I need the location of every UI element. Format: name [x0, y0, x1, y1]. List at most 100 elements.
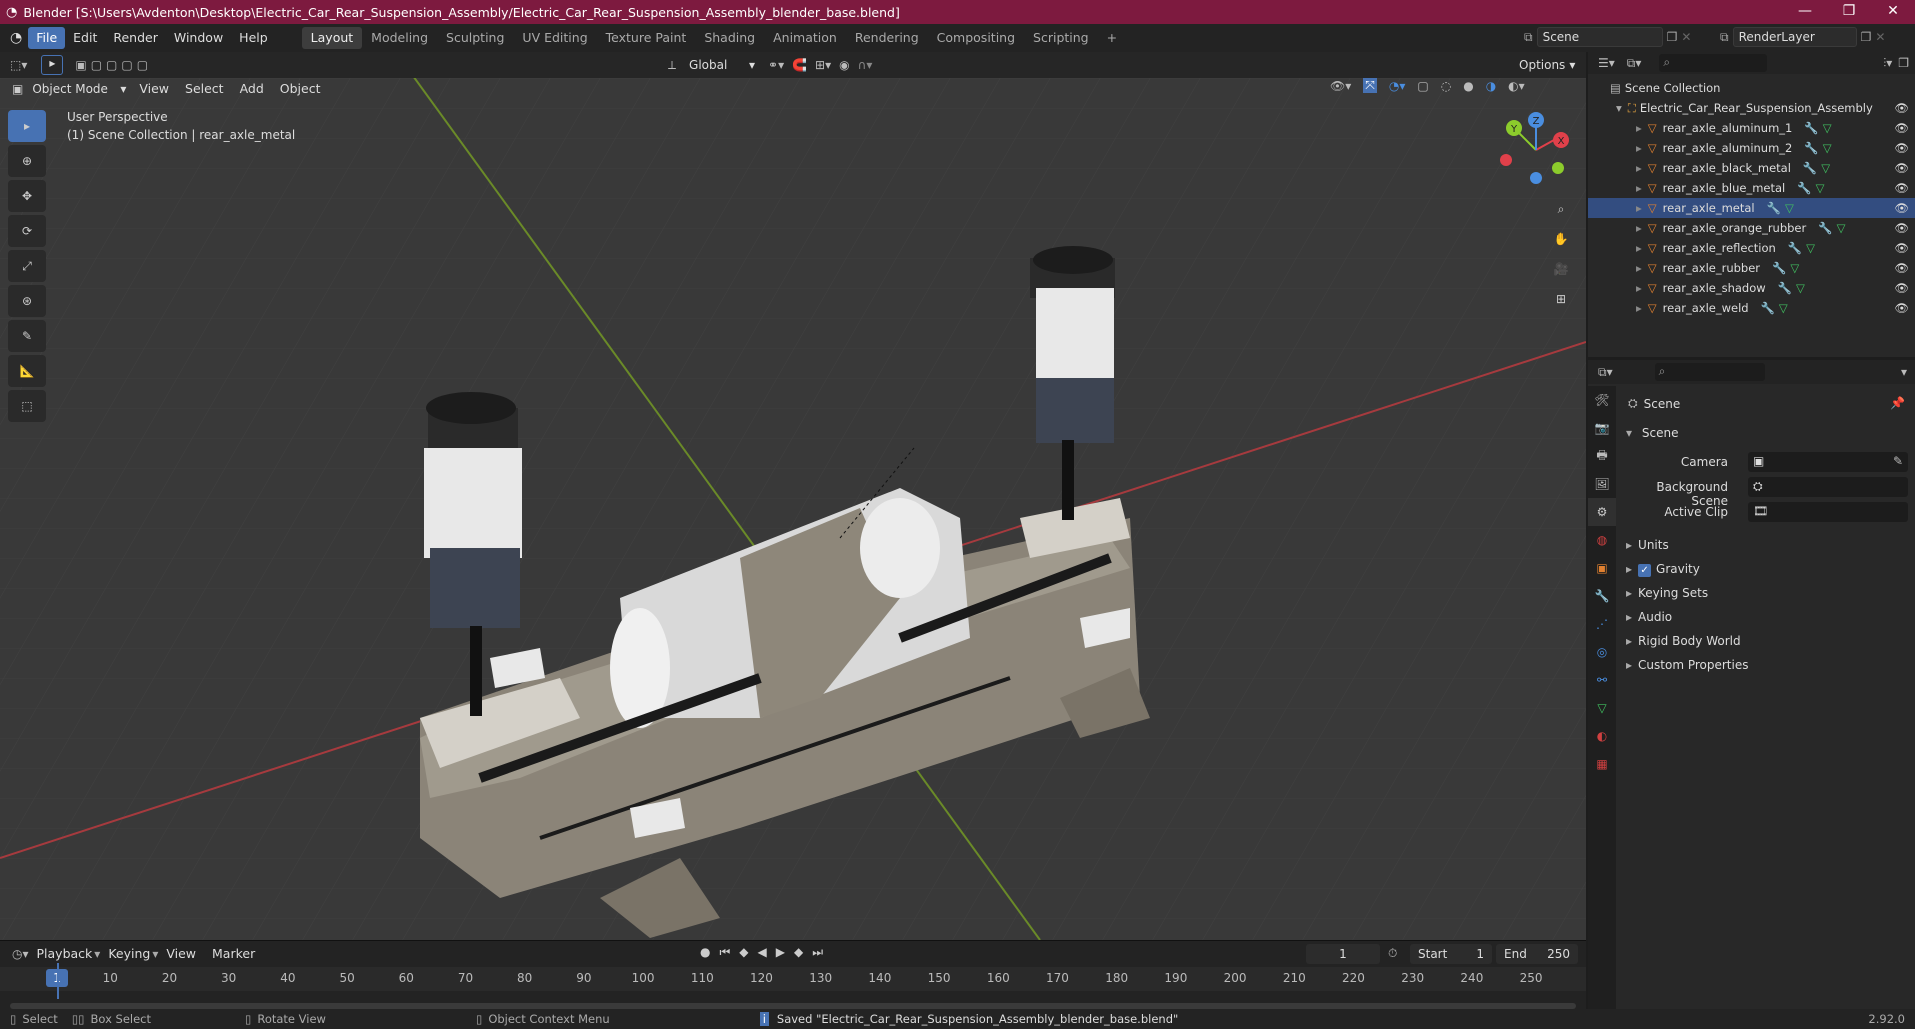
eye-icon[interactable]: 👁: [1894, 241, 1909, 255]
material-tab-icon[interactable]: ◐: [1588, 722, 1616, 750]
neg-x-handle[interactable]: [1500, 154, 1512, 166]
eye-icon[interactable]: 👁: [1894, 201, 1909, 215]
properties-editor-icon[interactable]: ⧉▾: [1598, 365, 1613, 380]
mesh-data-icon[interactable]: ▽: [1796, 281, 1805, 295]
tab-animation[interactable]: Animation: [764, 27, 846, 49]
editor-type-icon[interactable]: ⬚▾: [10, 58, 27, 72]
menu-help[interactable]: Help: [231, 27, 276, 49]
outliner-object-row[interactable]: ▸ ▽ rear_axle_rubber 🔧 ▽ 👁: [1588, 258, 1915, 278]
properties-section-header[interactable]: ▸ Audio: [1626, 610, 1672, 624]
play-reverse-icon[interactable]: ◀: [758, 945, 767, 960]
constraints-tab-icon[interactable]: ⚯: [1588, 666, 1616, 694]
tab-texture-paint[interactable]: Texture Paint: [597, 27, 696, 49]
outliner-scene-collection[interactable]: ▤ Scene Collection: [1588, 78, 1915, 98]
add-workspace-button[interactable]: +: [1098, 27, 1126, 49]
expand-arrow-icon[interactable]: ▸: [1636, 201, 1642, 215]
outliner-object-row[interactable]: ▸ ▽ rear_axle_aluminum_2 🔧 ▽ 👁: [1588, 138, 1915, 158]
tab-compositing[interactable]: Compositing: [928, 27, 1024, 49]
zoom-icon[interactable]: ⌕: [1547, 196, 1575, 222]
new-scene-icon[interactable]: ❐: [1667, 30, 1678, 44]
remove-scene-icon[interactable]: ✕: [1681, 30, 1691, 44]
mesh-data-icon[interactable]: ▽: [1837, 221, 1846, 235]
expand-arrow-icon[interactable]: ▸: [1636, 121, 1642, 135]
falloff-icon[interactable]: ∩▾: [858, 58, 873, 72]
object-tab-icon[interactable]: ▣: [1588, 554, 1616, 582]
modifier-icon[interactable]: 🔧: [1772, 261, 1786, 275]
3d-viewport[interactable]: [0, 78, 1586, 940]
scene-panel-header[interactable]: ▾ Scene: [1626, 426, 1678, 440]
expand-arrow-icon[interactable]: ▸: [1636, 301, 1642, 315]
eye-icon[interactable]: 👁: [1894, 261, 1909, 275]
current-frame-field[interactable]: 1: [1306, 944, 1380, 964]
tab-rendering[interactable]: Rendering: [846, 27, 928, 49]
texture-tab-icon[interactable]: ▦: [1588, 750, 1616, 778]
expand-arrow-icon[interactable]: ▸: [1636, 261, 1642, 275]
chevron-down-icon[interactable]: ▾: [1901, 365, 1907, 379]
viewport-scene[interactable]: [0, 78, 1586, 940]
modifier-icon[interactable]: 🔧: [1804, 141, 1818, 155]
properties-section-header[interactable]: ▸ Keying Sets: [1626, 586, 1708, 600]
data-tab-icon[interactable]: ▽: [1588, 694, 1616, 722]
output-tab-icon[interactable]: 🖶: [1588, 442, 1616, 470]
physics-tab-icon[interactable]: ◎: [1588, 638, 1616, 666]
viewport-menu-select[interactable]: Select: [177, 78, 232, 100]
cursor-tool-icon[interactable]: ⊕: [8, 145, 46, 177]
select-tool-icon[interactable]: ▸: [41, 55, 64, 75]
modifier-icon[interactable]: 🔧: [1804, 121, 1818, 135]
viewport-menu-view[interactable]: View: [131, 78, 177, 100]
modifier-icon[interactable]: 🔧: [1797, 181, 1811, 195]
timeline-editor-icon[interactable]: ◷▾: [12, 947, 29, 961]
eyedropper-icon[interactable]: ✎: [1893, 454, 1903, 468]
active-clip-field[interactable]: 🎞: [1748, 502, 1908, 522]
scene-selector[interactable]: Scene: [1536, 27, 1663, 47]
playhead-line[interactable]: [57, 963, 59, 999]
remove-layer-icon[interactable]: ✕: [1875, 30, 1885, 44]
mesh-data-icon[interactable]: ▽: [1816, 181, 1825, 195]
ortho-grid-icon[interactable]: ⊞: [1547, 286, 1575, 312]
overlays-icon[interactable]: ◔▾: [1389, 79, 1406, 93]
shading-solid-icon[interactable]: ●: [1463, 79, 1473, 93]
annotate-tool-icon[interactable]: ✎: [8, 320, 46, 352]
eye-icon[interactable]: 👁: [1894, 121, 1909, 135]
jump-end-icon[interactable]: ⏭: [812, 945, 823, 960]
proportional-edit-icon[interactable]: ◉: [839, 58, 849, 72]
eye-icon[interactable]: 👁: [1894, 141, 1909, 155]
properties-section-header[interactable]: ▸ Custom Properties: [1626, 658, 1748, 672]
tab-layout[interactable]: Layout: [301, 27, 363, 49]
new-layer-icon[interactable]: ❐: [1861, 30, 1872, 44]
prev-keyframe-icon[interactable]: ◆: [739, 945, 748, 960]
eye-icon[interactable]: 👁: [1894, 181, 1909, 195]
outliner-object-row[interactable]: ▸ ▽ rear_axle_black_metal 🔧 ▽ 👁: [1588, 158, 1915, 178]
outliner-collection[interactable]: ▾ ⛶ Electric_Car_Rear_Suspension_Assembl…: [1588, 98, 1915, 118]
tool-tab-icon[interactable]: 🛠: [1588, 386, 1616, 414]
mesh-data-icon[interactable]: ▽: [1823, 121, 1832, 135]
view-layer-tab-icon[interactable]: 🖼: [1588, 470, 1616, 498]
outliner-object-row[interactable]: ▸ ▽ rear_axle_blue_metal 🔧 ▽ 👁: [1588, 178, 1915, 198]
outliner-editor-icon[interactable]: ☰▾: [1598, 56, 1615, 70]
start-frame-field[interactable]: Start 1: [1410, 944, 1492, 964]
viewport-menu-add[interactable]: Add: [232, 78, 272, 100]
expand-arrow-icon[interactable]: ▸: [1636, 281, 1642, 295]
new-collection-icon[interactable]: ❐: [1898, 56, 1909, 70]
maximize-button[interactable]: ❐: [1827, 0, 1871, 24]
modifier-icon[interactable]: 🔧: [1778, 281, 1792, 295]
frame-ruler[interactable]: 10 20 30 40 50 60 70 80 90 100 110 120 130 140 150 160 1…: [0, 967, 1586, 991]
render-tab-icon[interactable]: 📷: [1588, 414, 1616, 442]
pivot-point-icon[interactable]: ⚭▾: [768, 58, 784, 72]
world-tab-icon[interactable]: ◍: [1588, 526, 1616, 554]
camera-view-icon[interactable]: 🎥: [1547, 256, 1575, 282]
outliner-object-row[interactable]: ▸ ▽ rear_axle_orange_rubber 🔧 ▽ 👁: [1588, 218, 1915, 238]
scene-icon[interactable]: ⧉: [1524, 30, 1533, 45]
expand-arrow-icon[interactable]: ▸: [1636, 161, 1642, 175]
expand-arrow-icon[interactable]: ▾: [1616, 101, 1622, 115]
transform-orientation-dropdown[interactable]: Global ▾: [684, 55, 760, 75]
outliner-object-row[interactable]: ▸ ▽ rear_axle_weld 🔧 ▽ 👁: [1588, 298, 1915, 318]
background-scene-field[interactable]: ⛭: [1748, 477, 1908, 497]
blender-menu-icon[interactable]: ◔: [10, 30, 22, 46]
eye-icon[interactable]: 👁: [1894, 161, 1909, 175]
particles-tab-icon[interactable]: ⋰: [1588, 610, 1616, 638]
tab-scripting[interactable]: Scripting: [1024, 27, 1098, 49]
shading-rendered-icon[interactable]: ◐▾: [1508, 79, 1525, 93]
mesh-data-icon[interactable]: ▽: [1779, 301, 1788, 315]
modifier-icon[interactable]: 🔧: [1818, 221, 1832, 235]
